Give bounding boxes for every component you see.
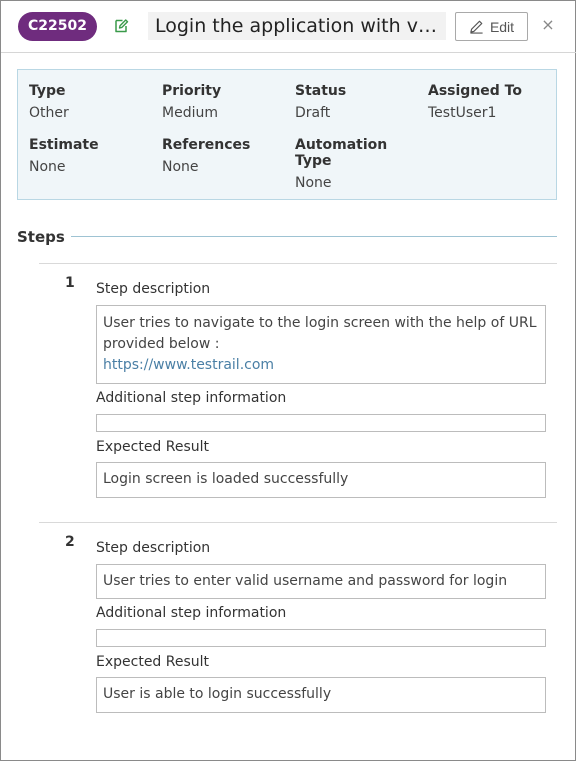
field-assigned-value: TestUser1	[428, 105, 497, 121]
step-description-line: provided below :	[103, 336, 220, 352]
step-description-line: User tries to navigate to the login scre…	[103, 315, 537, 331]
steps-heading: Steps	[17, 228, 65, 246]
field-type-label: Type	[29, 83, 66, 99]
step-number: 1	[65, 275, 75, 291]
additional-info-box	[96, 414, 546, 432]
field-automation-label-line2: Type	[295, 153, 332, 169]
step-description-label: Step description	[96, 281, 211, 297]
field-priority-label: Priority	[162, 83, 222, 99]
steps-divider	[71, 236, 557, 237]
field-references-value: None	[162, 159, 199, 175]
step-description-box: User tries to enter valid username and p…	[96, 564, 546, 599]
field-assigned-label: Assigned To	[428, 83, 522, 99]
additional-info-label: Additional step information	[96, 605, 287, 621]
pencil-icon	[470, 20, 483, 34]
field-type-value: Other	[29, 105, 69, 121]
field-references-label: References	[162, 137, 251, 153]
field-estimate: Estimate None	[29, 137, 99, 175]
close-icon[interactable]: ×	[539, 14, 557, 36]
edit-button-label: Edit	[489, 18, 515, 35]
case-title: Login the application with valid credent…	[148, 12, 446, 40]
field-estimate-label: Estimate	[29, 137, 99, 153]
field-status-value: Draft	[295, 105, 331, 121]
expected-result-box: User is able to login successfully	[96, 677, 546, 713]
step-divider	[39, 522, 557, 523]
case-id-badge: C22502	[18, 12, 97, 41]
field-assigned-to: Assigned To TestUser1	[428, 83, 522, 121]
field-type: Type Other	[29, 83, 69, 121]
field-estimate-value: None	[29, 159, 66, 175]
field-priority: Priority Medium	[162, 83, 221, 121]
edit-title-icon[interactable]	[113, 18, 129, 34]
step-description-label: Step description	[96, 540, 211, 556]
step-description-link[interactable]: https://www.testrail.com	[103, 355, 539, 376]
field-automation-value: None	[295, 175, 332, 191]
expected-result-box: Login screen is loaded successfully	[96, 462, 546, 498]
field-automation-type: Automation Type None	[295, 137, 387, 191]
test-case-panel: C22502 Login the application with valid …	[0, 0, 576, 761]
field-automation-label-line1: Automation	[295, 137, 388, 153]
additional-info-label: Additional step information	[96, 390, 287, 406]
field-references: References None	[162, 137, 250, 175]
step-number: 2	[65, 534, 75, 550]
step-divider	[39, 263, 557, 264]
edit-button[interactable]: Edit	[455, 12, 528, 41]
expected-result-label: Expected Result	[96, 439, 210, 455]
case-info-panel: Type Other Priority Medium Status Draft …	[17, 69, 557, 200]
additional-info-box	[96, 629, 546, 647]
field-priority-value: Medium	[162, 105, 218, 121]
expected-result-label: Expected Result	[96, 654, 210, 670]
field-status: Status Draft	[295, 83, 346, 121]
step-description-box: User tries to navigate to the login scre…	[96, 305, 546, 384]
field-status-label: Status	[295, 83, 347, 99]
panel-header: C22502 Login the application with valid …	[1, 1, 576, 53]
